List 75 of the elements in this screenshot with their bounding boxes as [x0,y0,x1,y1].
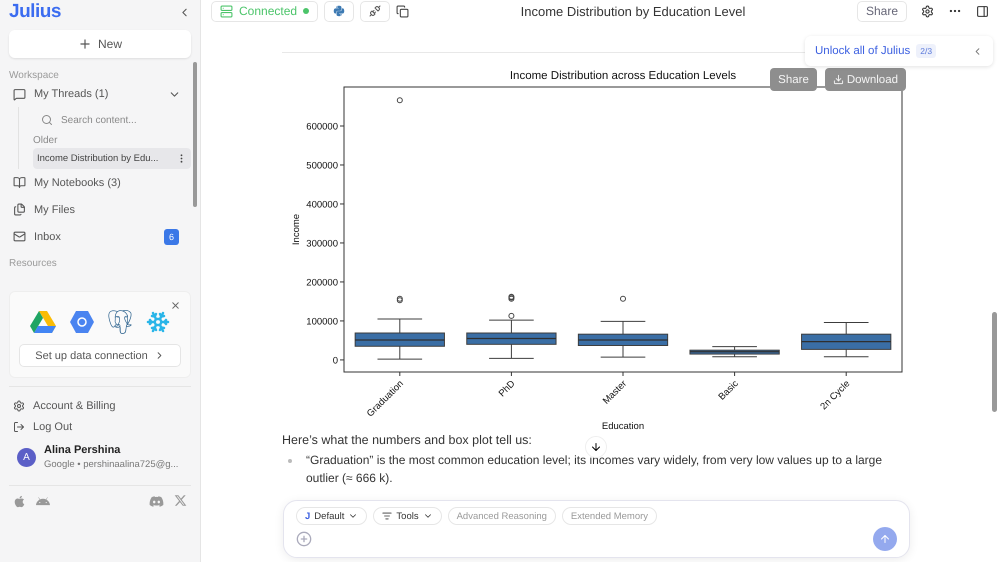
bullet-icon [288,459,292,463]
progress-badge: 2/3 [916,44,936,58]
chip-label: Default [314,510,344,522]
section-label: Workspace [9,70,60,81]
search-icon [41,114,53,126]
y-tick-label: 300000 [306,238,338,250]
download-icon [832,74,844,85]
plug-icon [369,5,382,17]
discord-icon[interactable] [149,494,164,509]
apple-icon[interactable] [13,494,26,508]
account-item[interactable]: Log Out [9,416,191,437]
data-connection-button[interactable]: Set up data connection [19,344,181,367]
notebook-icon [13,176,26,189]
outlier-point [620,296,626,302]
nav-item[interactable]: Inbox 6 [9,223,191,250]
arrow-down-icon [590,441,602,453]
composer-chip[interactable]: J Default [296,507,368,525]
model-mark: J [305,510,310,522]
x-icon[interactable] [174,494,187,507]
y-tick-label: 200000 [306,277,338,288]
thread-item[interactable]: Income Distribution by Edu... [33,148,191,169]
y-axis-label: Income [291,214,302,246]
unlock-link[interactable]: Unlock all of Julius [815,45,910,57]
hexagon-logo-icon [70,311,94,333]
user-detail: Google • pershinaalina725@g... [44,459,178,470]
triangle-logo-icon [30,311,56,333]
python-icon [333,5,346,17]
chip-label: Advanced Reasoning [456,510,547,522]
y-tick-label: 0 [332,355,338,366]
arrow-up-icon [879,533,891,545]
nav-item[interactable]: My Notebooks (3) [9,169,191,196]
x-axis-label: Education [602,421,644,432]
share-button[interactable]: Share [856,0,907,22]
y-tick-label: 400000 [306,199,338,210]
mail-icon [13,230,26,243]
logo: Julius [9,1,61,23]
outlier-point [508,312,514,319]
nav-item[interactable]: My Files [9,196,191,223]
chip-label: Extended Memory [570,510,648,522]
section-label: Resources [9,258,58,269]
count-badge: 6 [164,228,179,244]
panel-icon[interactable] [976,4,989,18]
plus-icon [78,37,92,51]
files-icon [13,203,26,216]
x-tick-label: PhD [496,378,518,400]
chat-bubble-icon [13,88,26,100]
avatar: A [17,448,36,466]
plug-button[interactable] [360,0,390,22]
settings-icon [13,400,25,412]
user-name: Alina Pershina [44,444,122,456]
elephant-icon [108,310,132,334]
threads-item[interactable]: My Threads (1) [34,88,160,100]
python-button[interactable] [324,0,354,22]
search-field[interactable]: Search content... [59,114,179,126]
close-icon[interactable] [170,300,181,311]
paragraph: Here’s what the numbers and box plot tell us: [282,433,533,447]
new-button[interactable]: New [9,30,191,58]
server-icon [220,4,233,18]
y-tick-label: 500000 [306,160,338,172]
composer-chip[interactable]: Tools [373,507,442,525]
outlier-point [396,97,403,104]
settings-icon[interactable] [921,4,934,18]
logout-icon [13,420,25,432]
chip-label: Tools [396,510,419,522]
bullet-text: “Graduation” is the most common education level; its incomes vary widely, from very low values up to a large outlier (≈ 666 k). [306,452,884,487]
snowflake-icon [146,310,170,334]
account-item[interactable]: Account & Billing [9,395,191,416]
copy-icon[interactable] [396,4,410,18]
page-title: Income Distribution by Education Level [520,4,746,18]
sliders-icon [382,511,392,521]
group-label: Older [33,135,58,146]
y-tick-label: 100000 [306,316,338,328]
y-tick-label: 600000 [306,122,338,132]
scroll-down-button[interactable] [585,436,607,458]
chart-title: Income Distribution across Education Levels [510,70,736,82]
